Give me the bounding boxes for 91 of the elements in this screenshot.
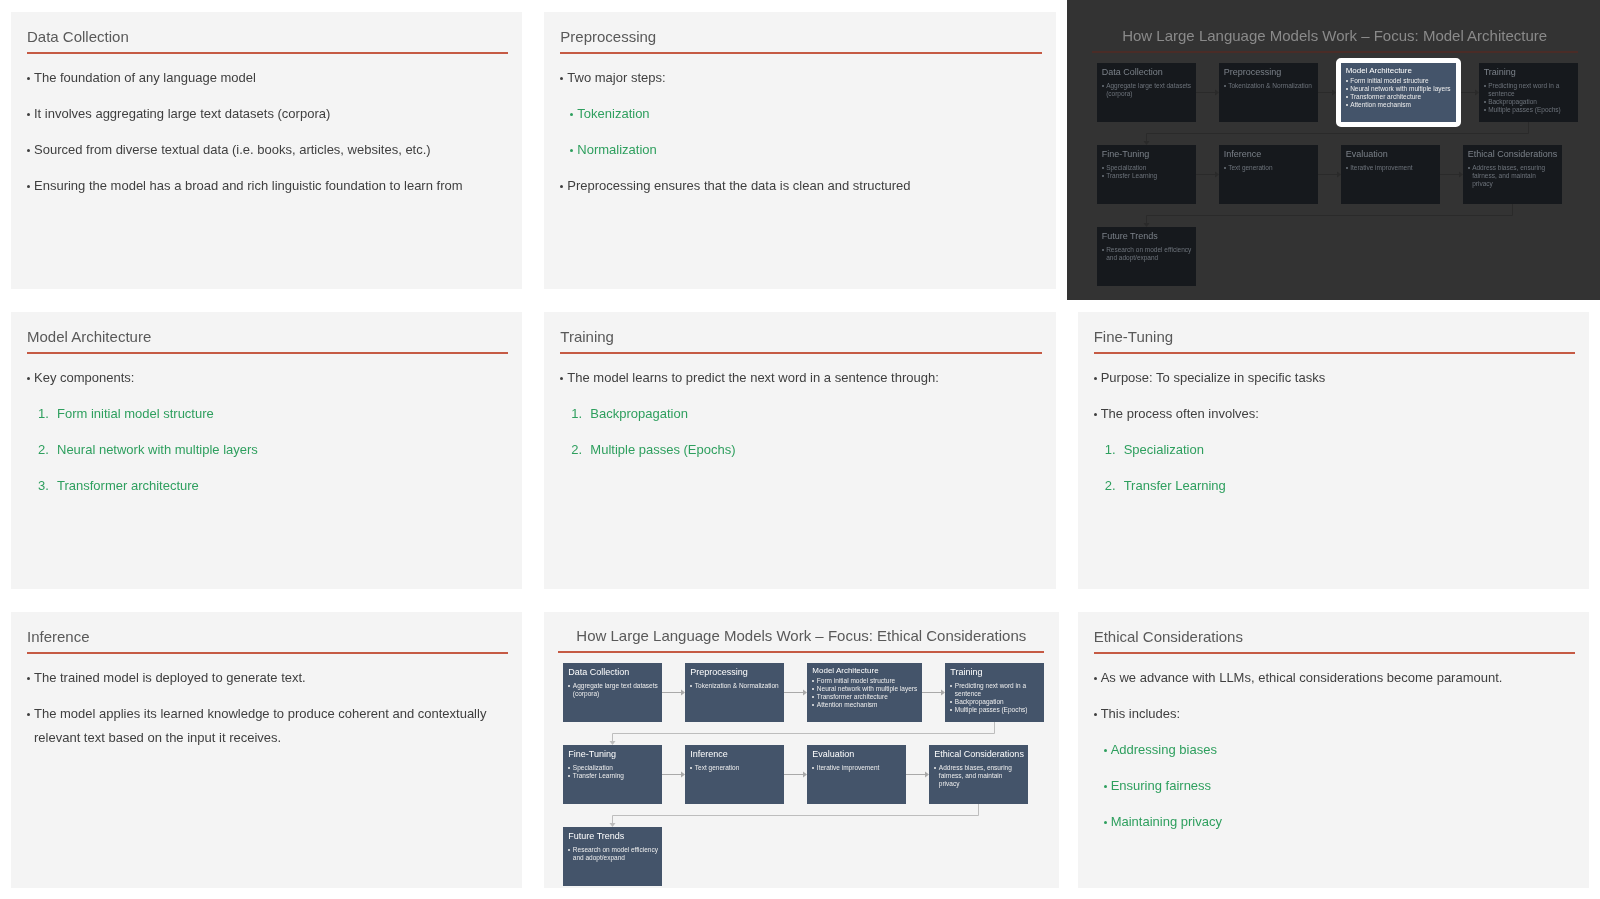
slide-title: How Large Language Models Work – Focus: Ethical Considerations: [576, 626, 1027, 646]
sub-bullet-text: Normalization: [577, 141, 657, 159]
slide-title: Model Architecture: [27, 327, 152, 347]
bullet-text: Purpose: To specialize in specific tasks: [1100, 369, 1326, 387]
list-number: 2.: [38, 441, 50, 459]
list-number: 2.: [1104, 477, 1117, 495]
sub-bullet-text: Ensuring fairness: [1110, 777, 1212, 795]
connector-arrow: [1460, 89, 1479, 96]
bullet-icon: [27, 113, 30, 116]
bullet-icon: [27, 149, 30, 152]
box-title: Ethical Considerations: [934, 748, 1024, 761]
box-title: Data Collection: [568, 666, 630, 679]
bullet-icon: [27, 185, 30, 188]
bullet-icon: [560, 377, 564, 380]
connector-arrow: [784, 689, 808, 696]
numbered-item-text: Backpropagation: [590, 405, 688, 423]
bullet-icon: [560, 185, 564, 188]
slide-title: Preprocessing: [560, 27, 657, 47]
bullet-text: The model applies its learned knowledge to produce coherent and contextually relevant text based on the input it receives.: [34, 705, 488, 747]
connector-arrow: [1195, 89, 1219, 96]
box-title: Evaluation: [812, 748, 855, 761]
bullet-icon: [27, 77, 30, 80]
bullet-icon: [1103, 785, 1107, 788]
bullet-text: The trained model is deployed to generate text.: [34, 669, 306, 687]
connector-arrow: [784, 771, 808, 778]
bullet-icon: [570, 113, 574, 116]
list-number: 3.: [38, 477, 50, 495]
numbered-item-text: Transformer architecture: [57, 477, 199, 495]
box-title: Future Trends: [568, 830, 625, 843]
bullet-text: This includes:: [1100, 705, 1181, 723]
box-title: Evaluation: [1345, 148, 1388, 161]
box-title: Fine-Tuning: [568, 748, 617, 761]
list-number: 1.: [38, 405, 50, 423]
list-number: 1.: [571, 405, 584, 423]
slide-title: How Large Language Models Work – Focus: Model Architecture: [1122, 26, 1548, 46]
sub-bullet-text: Maintaining privacy: [1110, 813, 1222, 831]
bullet-text: Two major steps:: [567, 69, 666, 87]
sub-bullet-text: Tokenization: [577, 105, 650, 123]
slide-title: Training: [560, 327, 614, 347]
bullet-icon: [27, 713, 30, 716]
connector-arrow: [662, 689, 686, 696]
connector-arrow: [922, 689, 946, 696]
box-title: Model Architecture: [1345, 66, 1412, 76]
box-title: Ethical Considerations: [1467, 148, 1558, 161]
bullet-icon: [560, 77, 564, 80]
box-title: Data Collection: [1101, 66, 1163, 79]
bullet-text: Key components:: [34, 369, 135, 387]
slide-title: Ethical Considerations: [1093, 627, 1243, 647]
bullet-icon: [570, 149, 574, 152]
bullet-text: The foundation of any language model: [34, 69, 256, 87]
connector-arrow: [1439, 171, 1463, 178]
box-title: Inference: [690, 748, 728, 761]
box-title: Inference: [1223, 148, 1262, 161]
numbered-item-text: Specialization: [1123, 441, 1204, 459]
list-number: 2.: [571, 441, 584, 459]
box-title: Preprocessing: [1223, 66, 1282, 79]
numbered-item-text: Neural network with multiple layers: [57, 441, 258, 459]
slide-title: Inference: [27, 627, 90, 647]
bullet-icon: [1093, 713, 1097, 716]
connector-arrow: [1317, 171, 1341, 178]
bullet-icon: [1093, 677, 1097, 680]
bullet-icon: [1093, 377, 1097, 380]
connector-arrow: [906, 771, 930, 778]
bullet-text: The process often involves:: [1100, 405, 1259, 423]
box-title: Training: [950, 666, 983, 679]
bullet-icon: [27, 377, 30, 380]
box-title: Fine-Tuning: [1101, 148, 1150, 161]
box-title: Preprocessing: [690, 666, 748, 679]
bullet-icon: [27, 677, 30, 680]
bullet-text: Preprocessing ensures that the data is clean and structured: [567, 177, 911, 195]
box-title: Training: [1483, 66, 1516, 79]
bullet-text: The model learns to predict the next word in a sentence through:: [567, 369, 939, 387]
bullet-icon: [1103, 821, 1107, 824]
box-title: Future Trends: [1101, 230, 1158, 243]
bullet-text: Sourced from diverse textual data (i.e. books, articles, websites, etc.): [34, 141, 431, 159]
bullet-text: Ensuring the model has a broad and rich linguistic foundation to learn from: [34, 177, 463, 195]
numbered-item-text: Transfer Learning: [1123, 477, 1226, 495]
numbered-item-text: Multiple passes (Epochs): [590, 441, 736, 459]
box-title: Model Architecture: [812, 666, 879, 676]
bullet-text: As we advance with LLMs, ethical considerations become paramount.: [1100, 669, 1503, 687]
connector-arrow: [1195, 171, 1219, 178]
sub-bullet-text: Addressing biases: [1110, 741, 1217, 759]
numbered-item-text: Form initial model structure: [57, 405, 214, 423]
connector-arrow: [662, 771, 686, 778]
slide-title: Data Collection: [27, 27, 129, 47]
bullet-text: It involves aggregating large text datasets (corpora): [34, 105, 331, 123]
bullet-icon: [1103, 749, 1107, 752]
connector-arrow: [1317, 89, 1336, 96]
slide-title: Fine-Tuning: [1093, 327, 1174, 347]
bullet-icon: [1093, 413, 1097, 416]
list-number: 1.: [1104, 441, 1117, 459]
